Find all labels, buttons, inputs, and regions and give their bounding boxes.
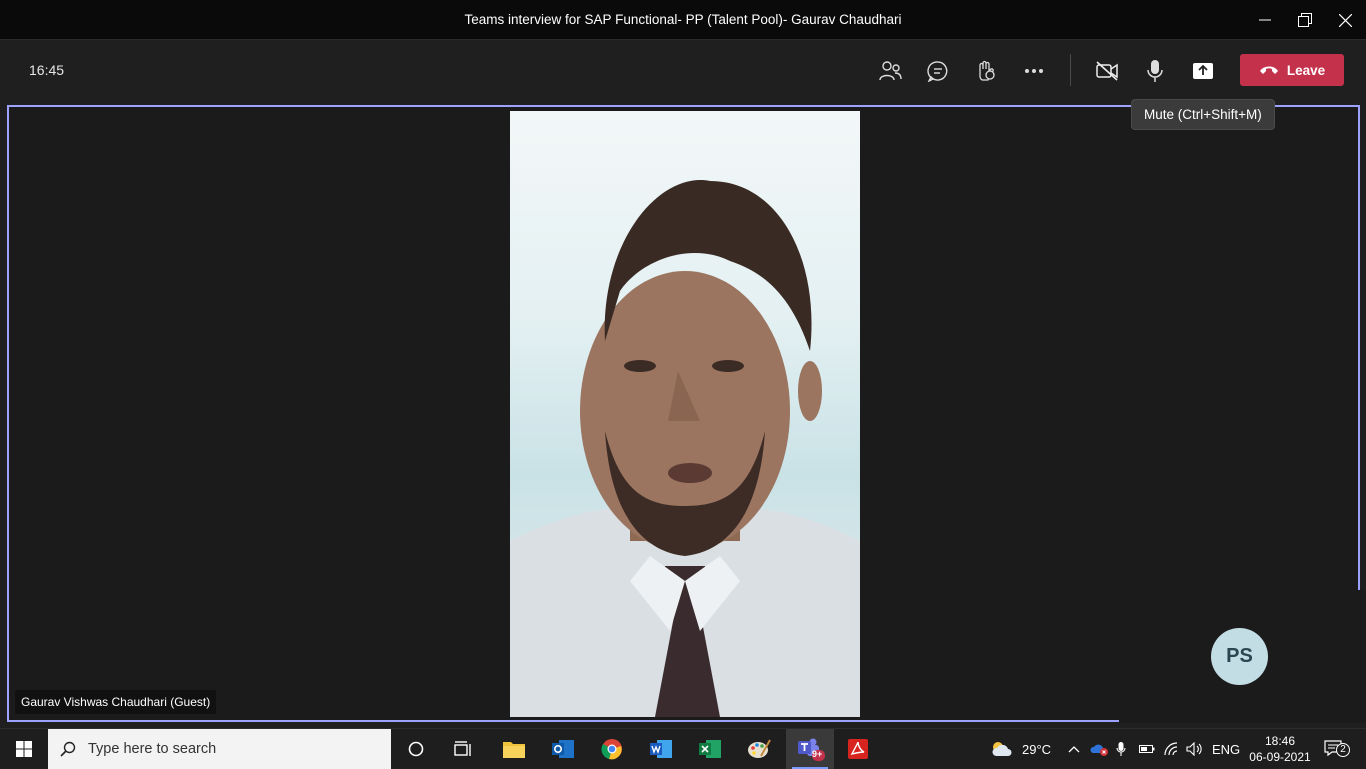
notification-count: 2 [1336, 743, 1350, 757]
participant-video-frame [510, 180, 860, 717]
volume-tray-icon[interactable] [1186, 729, 1204, 769]
microphone-tray-icon[interactable] [1116, 729, 1126, 769]
battery-icon [1139, 745, 1155, 753]
weather-cloud-icon [992, 742, 1012, 756]
hang-up-icon [1259, 66, 1278, 74]
taskbar-word[interactable] [637, 729, 685, 769]
outlook-icon [552, 740, 574, 758]
window-title: Teams interview for SAP Functional- PP (… [464, 12, 902, 27]
task-view-icon [454, 741, 471, 756]
more-actions-button[interactable] [1018, 55, 1050, 87]
battery-tray-icon[interactable] [1139, 729, 1155, 769]
toolbar-divider [1070, 54, 1071, 86]
camera-off-icon [1096, 61, 1118, 81]
close-button[interactable] [1325, 0, 1365, 40]
camera-toggle-button[interactable] [1091, 55, 1123, 87]
taskbar-search-box[interactable]: Type here to search [48, 729, 391, 769]
share-screen-button[interactable] [1187, 55, 1219, 87]
taskbar-paint[interactable] [735, 729, 783, 769]
action-center-button[interactable]: 2 [1324, 729, 1350, 769]
leave-button[interactable]: Leave [1240, 54, 1344, 86]
reactions-button[interactable] [970, 55, 1002, 87]
windows-taskbar: Type here to search 9+ 29°C ENG 18:46 06… [0, 728, 1366, 769]
window-titlebar: Teams interview for SAP Functional- PP (… [0, 0, 1366, 40]
taskbar-file-explorer[interactable] [490, 729, 538, 769]
network-tray-icon[interactable] [1163, 729, 1181, 769]
taskbar-acrobat[interactable] [834, 729, 882, 769]
raise-hand-icon [979, 60, 995, 81]
folder-icon [503, 742, 525, 758]
search-placeholder: Type here to search [88, 741, 217, 757]
mute-tooltip: Mute (Ctrl+Shift+M) [1131, 99, 1275, 130]
excel-icon [699, 740, 721, 758]
taskbar-chrome[interactable] [588, 729, 636, 769]
onedrive-error-icon [1090, 744, 1108, 756]
leave-label: Leave [1286, 62, 1326, 78]
clock-date: 06-09-2021 [1249, 750, 1311, 764]
self-view-tile[interactable]: PS [1119, 590, 1366, 723]
chat-button[interactable] [922, 55, 954, 87]
meeting-toolbar: 16:45 Leave [0, 40, 1366, 102]
weather-temperature: 29°C [1022, 741, 1052, 757]
task-view-button[interactable] [440, 729, 488, 769]
taskbar-outlook[interactable] [539, 729, 587, 769]
avatar: PS [1211, 628, 1268, 685]
onedrive-tray-icon[interactable] [1090, 729, 1110, 769]
taskbar-teams[interactable]: 9+ [786, 729, 834, 769]
share-tray-icon [1193, 63, 1213, 79]
weather-widget[interactable]: 29°C [990, 729, 1051, 769]
participant-video [510, 111, 860, 717]
meeting-timer: 16:45 [29, 62, 65, 78]
paint-palette-icon [748, 739, 771, 758]
search-icon [60, 741, 76, 757]
acrobat-icon [848, 739, 868, 759]
participants-button[interactable] [874, 55, 906, 87]
chevron-up-icon [1068, 746, 1080, 753]
taskbar-excel[interactable] [686, 729, 734, 769]
chat-icon [927, 61, 948, 82]
microphone-icon [1147, 60, 1163, 82]
chrome-icon [601, 739, 622, 760]
cortana-button[interactable] [392, 729, 440, 769]
people-icon [879, 61, 902, 81]
mute-button[interactable] [1139, 55, 1171, 87]
participant-name-label: Gaurav Vishwas Chaudhari (Guest) [15, 690, 217, 714]
cortana-icon [408, 741, 424, 757]
speaker-icon [1186, 742, 1202, 756]
start-button[interactable] [0, 729, 48, 769]
restore-button[interactable] [1285, 0, 1325, 40]
windows-logo-icon [16, 741, 32, 757]
word-icon [650, 740, 672, 758]
microphone-icon [1116, 742, 1126, 756]
taskbar-clock[interactable]: 18:46 06-09-2021 [1248, 733, 1312, 765]
minimize-button[interactable] [1245, 0, 1285, 40]
input-language-indicator[interactable]: ENG [1212, 729, 1240, 769]
clock-time: 18:46 [1264, 734, 1296, 748]
show-hidden-icons-button[interactable] [1068, 729, 1080, 769]
more-icon [1025, 69, 1043, 73]
wifi-icon [1164, 742, 1178, 756]
teams-notification-badge: 9+ [812, 749, 823, 759]
